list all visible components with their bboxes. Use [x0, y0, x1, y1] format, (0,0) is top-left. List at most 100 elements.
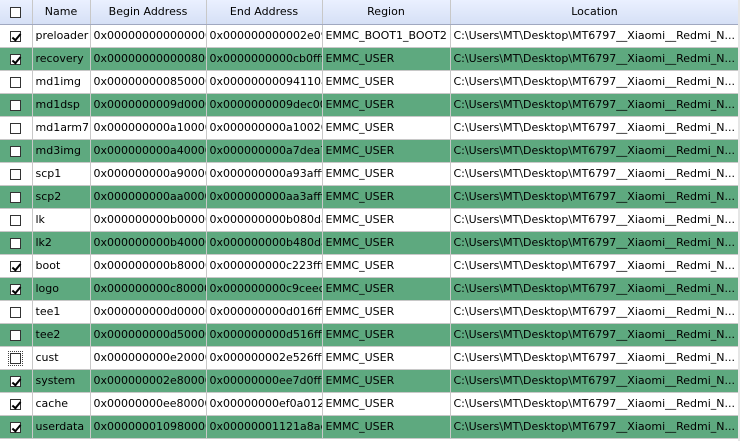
row-checkbox[interactable]: [10, 421, 22, 433]
row-checkbox[interactable]: [10, 76, 22, 88]
end-address-cell: 0x00000000ef0a0123: [206, 392, 323, 416]
begin-address-cell: 0x000000002e800000: [90, 369, 207, 393]
header-begin-address[interactable]: Begin Address: [90, 0, 207, 25]
location-cell[interactable]: C:\Users\MT\Desktop\MT6797__Xiaomi__Redm…: [450, 70, 740, 94]
row-checkbox-cell[interactable]: [0, 346, 33, 370]
end-address-cell: 0x00000000094110af: [206, 70, 323, 94]
header-location[interactable]: Location: [450, 0, 740, 25]
table-row[interactable]: tee10x000000000d0000000x000000000d016fff…: [0, 300, 740, 324]
partition-name-cell: boot: [32, 254, 91, 278]
row-checkbox-cell[interactable]: [0, 162, 33, 186]
row-checkbox-cell[interactable]: [0, 208, 33, 232]
location-cell[interactable]: C:\Users\MT\Desktop\MT6797__Xiaomi__Redm…: [450, 369, 740, 393]
region-cell: EMMC_BOOT1_BOOT2: [322, 24, 451, 48]
partition-name-cell: tee1: [32, 300, 91, 324]
location-cell[interactable]: C:\Users\MT\Desktop\MT6797__Xiaomi__Redm…: [450, 185, 740, 209]
location-cell[interactable]: C:\Users\MT\Desktop\MT6797__Xiaomi__Redm…: [450, 277, 740, 301]
select-all-checkbox[interactable]: [10, 6, 22, 18]
location-cell[interactable]: C:\Users\MT\Desktop\MT6797__Xiaomi__Redm…: [450, 254, 740, 278]
row-checkbox-cell[interactable]: [0, 300, 33, 324]
location-cell[interactable]: C:\Users\MT\Desktop\MT6797__Xiaomi__Redm…: [450, 208, 740, 232]
location-cell[interactable]: C:\Users\MT\Desktop\MT6797__Xiaomi__Redm…: [450, 162, 740, 186]
table-row[interactable]: recovery0x00000000000080000x0000000000cb…: [0, 47, 740, 71]
partition-name-cell: recovery: [32, 47, 91, 71]
begin-address-cell: 0x000000000b800000: [90, 254, 207, 278]
table-row[interactable]: scp2 0x000000000aa00000 0x000000000aa3afff…: [0, 185, 740, 209]
row-checkbox[interactable]: [8, 350, 24, 366]
partition-name-cell: md1img: [32, 70, 91, 94]
row-checkbox[interactable]: [10, 214, 22, 226]
location-cell[interactable]: C:\Users\MT\Desktop\MT6797__Xiaomi__Redm…: [450, 323, 740, 347]
location-cell[interactable]: C:\Users\MT\Desktop\MT6797__Xiaomi__Redm…: [450, 24, 740, 48]
end-address-cell: 0x0000000009dec00f: [206, 93, 323, 117]
table-row[interactable]: system0x000000002e8000000x00000000ee7d0f…: [0, 369, 740, 393]
region-cell: EMMC_USER: [322, 70, 451, 94]
header-end-address[interactable]: End Address: [206, 0, 323, 25]
begin-address-cell: 0x00000000ee800000: [90, 392, 207, 416]
row-checkbox-cell[interactable]: [0, 323, 33, 347]
row-checkbox[interactable]: [10, 329, 22, 341]
table-row[interactable]: boot0x000000000b8000000x000000000c223fff…: [0, 254, 740, 278]
table-row[interactable]: tee20x000000000d5000000x000000000d516fff…: [0, 323, 740, 347]
table-row[interactable]: logo 0x000000000c800000 0x000000000c9ceed9…: [0, 277, 740, 301]
location-cell[interactable]: C:\Users\MT\Desktop\MT6797__Xiaomi__Redm…: [450, 300, 740, 324]
row-checkbox-cell[interactable]: [0, 369, 33, 393]
partition-name-cell: cust: [32, 346, 91, 370]
row-checkbox[interactable]: [10, 375, 22, 387]
row-checkbox[interactable]: [10, 260, 22, 272]
row-checkbox-cell[interactable]: [0, 139, 33, 163]
location-cell[interactable]: C:\Users\MT\Desktop\MT6797__Xiaomi__Redm…: [450, 231, 740, 255]
table-row[interactable]: cache0x00000000ee8000000x00000000ef0a012…: [0, 392, 740, 416]
row-checkbox-cell[interactable]: [0, 277, 33, 301]
begin-address-cell: 0x000000000c800000: [90, 277, 207, 301]
row-checkbox[interactable]: [10, 30, 22, 42]
table-row[interactable]: lk0x000000000b0000000x000000000b080da3EM…: [0, 208, 740, 232]
row-checkbox[interactable]: [10, 283, 22, 295]
region-cell: EMMC_USER: [322, 254, 451, 278]
row-checkbox[interactable]: [10, 53, 22, 65]
table-row[interactable]: md1dsp0x0000000009d000000x0000000009dec0…: [0, 93, 740, 117]
location-cell[interactable]: C:\Users\MT\Desktop\MT6797__Xiaomi__Redm…: [450, 116, 740, 140]
header-name[interactable]: Name: [32, 0, 91, 25]
row-checkbox-cell[interactable]: [0, 47, 33, 71]
row-checkbox-cell[interactable]: [0, 392, 33, 416]
row-checkbox[interactable]: [10, 191, 22, 203]
table-row[interactable]: scp10x000000000a9000000x000000000a93afff…: [0, 162, 740, 186]
begin-address-cell: 0x000000000aa00000: [90, 185, 207, 209]
region-cell: EMMC_USER: [322, 116, 451, 140]
table-row[interactable]: md1arm70x000000000a1000000x000000000a100…: [0, 116, 740, 140]
row-checkbox-cell[interactable]: [0, 231, 33, 255]
location-cell[interactable]: C:\Users\MT\Desktop\MT6797__Xiaomi__Redm…: [450, 47, 740, 71]
row-checkbox-cell[interactable]: [0, 93, 33, 117]
row-checkbox[interactable]: [10, 237, 22, 249]
header-region[interactable]: Region: [322, 0, 451, 25]
row-checkbox[interactable]: [10, 398, 22, 410]
location-cell[interactable]: C:\Users\MT\Desktop\MT6797__Xiaomi__Redm…: [450, 346, 740, 370]
end-address-cell: 0x000000000c223fff: [206, 254, 323, 278]
row-checkbox[interactable]: [10, 168, 22, 180]
location-cell[interactable]: C:\Users\MT\Desktop\MT6797__Xiaomi__Redm…: [450, 93, 740, 117]
location-cell[interactable]: C:\Users\MT\Desktop\MT6797__Xiaomi__Redm…: [450, 139, 740, 163]
partition-name-cell: logo: [32, 277, 91, 301]
table-row[interactable]: preloader0x00000000000000000x00000000000…: [0, 24, 740, 48]
table-row[interactable]: md3img0x000000000a4000000x000000000a7dea…: [0, 139, 740, 163]
table-row[interactable]: userdata0x00000001098000000x00000001121a…: [0, 415, 740, 439]
table-row[interactable]: md1img0x00000000085000000x00000000094110…: [0, 70, 740, 94]
partition-table-grid: Name Begin Address End Address Region Lo…: [0, 0, 740, 441]
location-cell[interactable]: C:\Users\MT\Desktop\MT6797__Xiaomi__Redm…: [450, 392, 740, 416]
select-all-header[interactable]: [0, 0, 33, 25]
row-checkbox-cell[interactable]: [0, 415, 33, 439]
row-checkbox-cell[interactable]: [0, 185, 33, 209]
table-row[interactable]: lk20x000000000b4000000x000000000b480da3E…: [0, 231, 740, 255]
table-row[interactable]: cust0x000000000e2000000x000000002e526fff…: [0, 346, 740, 370]
row-checkbox[interactable]: [10, 99, 22, 111]
row-checkbox[interactable]: [10, 306, 22, 318]
partition-name-cell: userdata: [32, 415, 91, 439]
row-checkbox-cell[interactable]: [0, 254, 33, 278]
row-checkbox-cell[interactable]: [0, 24, 33, 48]
row-checkbox-cell[interactable]: [0, 116, 33, 140]
row-checkbox[interactable]: [10, 122, 22, 134]
row-checkbox[interactable]: [10, 145, 22, 157]
location-cell[interactable]: C:\Users\MT\Desktop\MT6797__Xiaomi__Redm…: [450, 415, 740, 439]
row-checkbox-cell[interactable]: [0, 70, 33, 94]
